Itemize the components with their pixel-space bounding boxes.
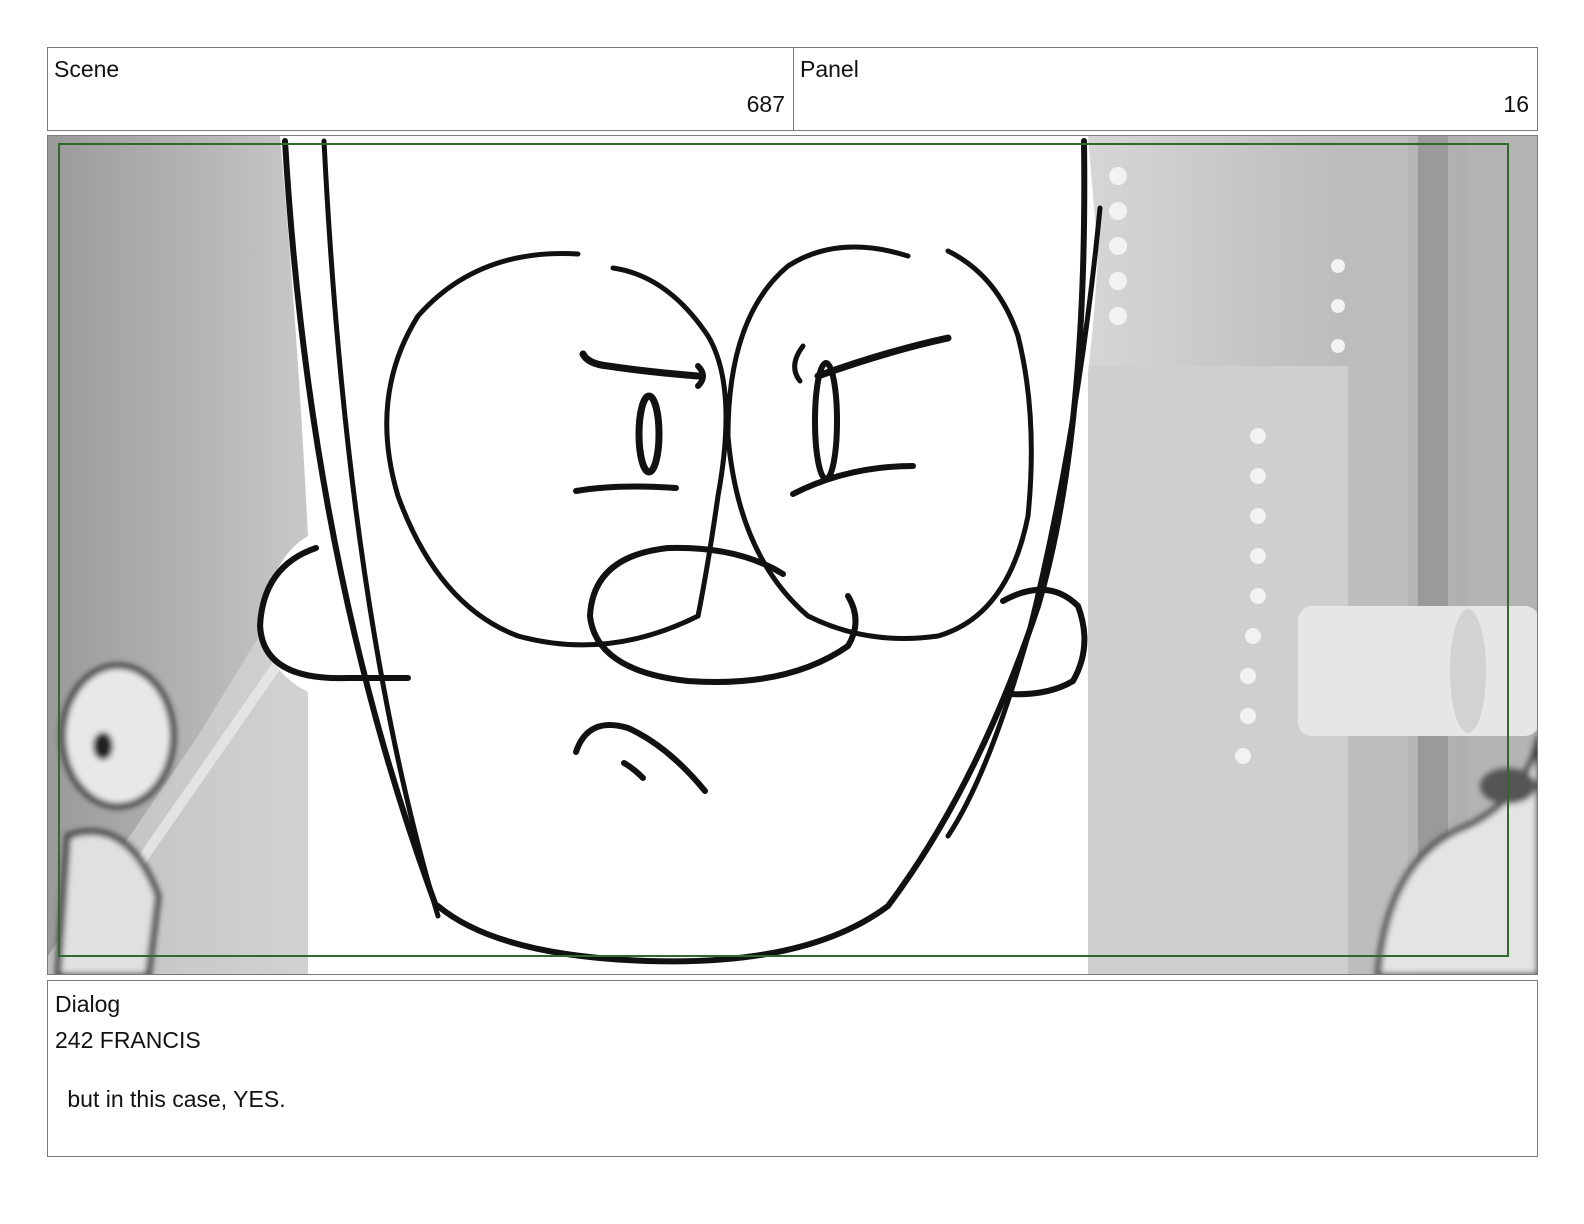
storyboard-frame — [47, 135, 1538, 975]
scene-number: 687 — [746, 91, 785, 117]
dialog-box: Dialog 242 FRANCIS but in this case, YES… — [47, 980, 1538, 1157]
dialog-speaker: 242 FRANCIS — [55, 1027, 201, 1053]
sketch-illustration — [48, 136, 1537, 974]
panel-label: Panel — [800, 56, 859, 82]
head-fill — [263, 136, 1098, 966]
scene-label: Scene — [54, 56, 120, 82]
scene-cell: Scene 687 — [48, 48, 794, 130]
dialog-line: but in this case, YES. — [61, 1086, 286, 1112]
panel-cell: Panel 16 — [794, 48, 1537, 130]
storyboard-header: Scene 687 Panel 16 — [47, 47, 1538, 131]
dialog-label: Dialog — [55, 991, 121, 1017]
panel-number: 16 — [1503, 91, 1529, 117]
